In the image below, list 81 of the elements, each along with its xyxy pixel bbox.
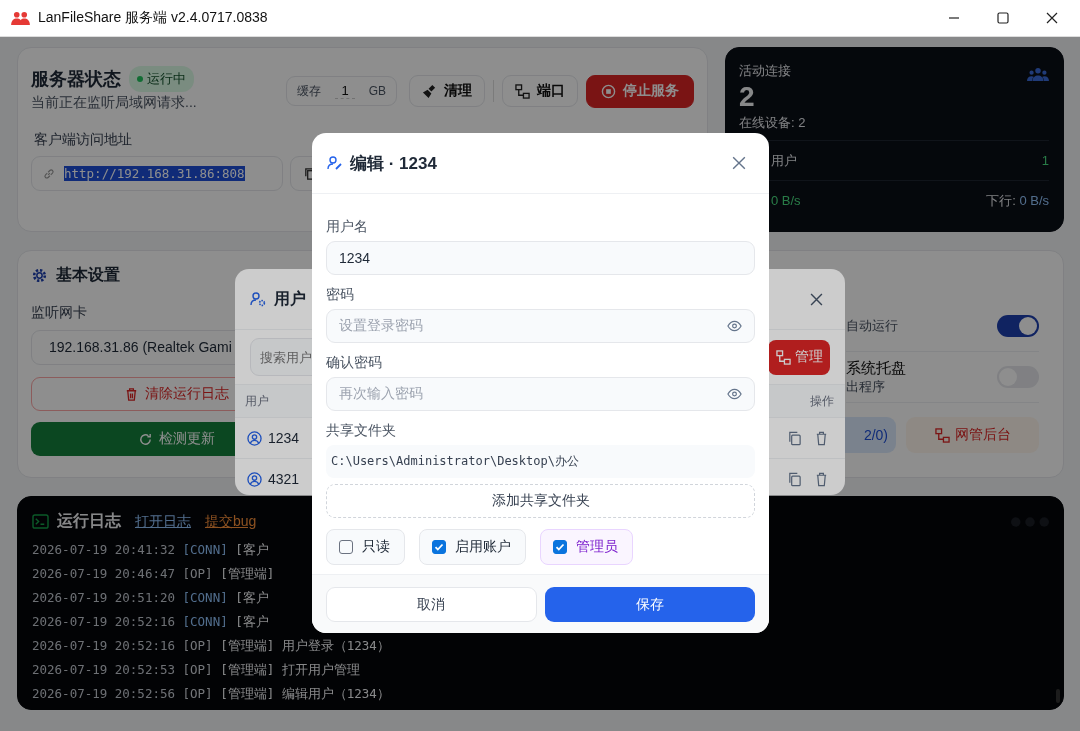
log-line: 2026-07-19 20:41:32 [CONN] [客户	[32, 541, 269, 559]
user-icon	[247, 471, 262, 487]
log-link[interactable]: 提交bug	[205, 512, 257, 531]
option-button[interactable]: 网管后台	[906, 417, 1039, 453]
terminal-icon	[32, 514, 49, 529]
address-field[interactable]: http://192.168.31.86:808	[31, 156, 283, 191]
option-description: 出程序	[846, 377, 886, 396]
cache-field[interactable]: 缓存 1 GB	[286, 76, 397, 106]
download-speed: 0 B/s	[1019, 192, 1049, 208]
field-label: 共享文件夹	[326, 421, 397, 439]
trash-icon[interactable]	[814, 471, 829, 487]
close-icon[interactable]	[1046, 12, 1058, 24]
user-edit-icon	[327, 155, 343, 171]
close-icon[interactable]	[810, 292, 823, 306]
option-title: 系统托盘	[846, 358, 906, 378]
log-line: 2026-07-19 20:52:56 [OP] [管理端] 编辑用户（1234）	[32, 685, 390, 703]
eye-icon[interactable]	[727, 388, 742, 400]
add-folder-button[interactable]: 添加共享文件夹	[326, 484, 755, 518]
toggle-switch[interactable]	[997, 315, 1039, 337]
checkbox-option[interactable]: 启用账户	[419, 529, 526, 565]
copy-icon[interactable]	[787, 430, 802, 446]
app-logo-icon	[11, 10, 30, 26]
field-label: 监听网卡	[31, 304, 88, 322]
option-description: 自动运行	[846, 317, 898, 335]
log-link[interactable]: 打开日志	[135, 512, 191, 531]
window-title: LanFileShare 服务端 v2.4.0717.0838	[38, 9, 268, 27]
log-line: 2026-07-19 20:52:53 [OP] [管理端] 打开用户管理	[32, 661, 360, 679]
network-icon	[775, 349, 791, 365]
upload-speed: 0 B/s	[771, 193, 801, 208]
checkmark-icon	[433, 541, 445, 553]
maximize-icon[interactable]	[997, 12, 1009, 24]
network-icon	[934, 427, 950, 443]
card-title: 运行日志	[57, 511, 121, 531]
checkbox[interactable]	[339, 540, 353, 554]
stop-icon	[601, 83, 616, 99]
card-title: 基本设置	[56, 265, 120, 285]
checkbox[interactable]	[432, 540, 446, 554]
log-line: 2026-07-19 20:52:16 [OP] [管理端] 用户登录（1234）	[32, 637, 390, 655]
field-label: 客户端访问地址	[33, 131, 133, 149]
user-name: 1234	[268, 430, 300, 446]
save-button[interactable]: 保存	[544, 587, 755, 622]
username-field[interactable]: 1234	[326, 241, 755, 275]
folder-path: C:\Users\Administrator\Desktop\办公	[326, 445, 755, 478]
toolbar-button[interactable]: 停止服务	[586, 74, 694, 108]
toolbar-button[interactable]: 清理	[409, 75, 485, 107]
toolbar-button[interactable]: 端口	[502, 75, 578, 107]
refresh-icon	[137, 431, 153, 447]
cancel-button[interactable]: 取消	[326, 587, 537, 622]
eye-icon[interactable]	[727, 320, 742, 332]
user-name: 4321	[268, 471, 300, 487]
copy-icon[interactable]	[787, 471, 802, 487]
manage-button[interactable]: 管理	[768, 339, 830, 375]
field-label: 用户名	[326, 217, 369, 235]
card-title: 活动连接	[739, 62, 792, 80]
user-icon	[247, 430, 262, 446]
checkmark-icon	[554, 541, 566, 553]
stat-label: 下行:	[986, 192, 1016, 208]
field-label: 密码	[326, 285, 355, 303]
dialog-title: 用户	[274, 288, 306, 309]
column-header: 操作	[810, 392, 834, 410]
brush-icon	[422, 83, 437, 99]
checkbox[interactable]	[553, 540, 567, 554]
column-header: 用户	[245, 392, 269, 410]
device-count: 在线设备: 2	[739, 114, 806, 132]
network-icon	[515, 83, 530, 99]
status-badge: 运行中	[129, 66, 194, 92]
log-line: 2026-07-19 20:52:16 [CONN] [客户	[32, 613, 269, 631]
user-settings-icon	[250, 291, 266, 307]
status-subtitle: 当前正在监听局域网请求...	[31, 94, 197, 112]
users-icon	[1027, 67, 1049, 82]
log-line: 2026-07-19 20:51:20 [CONN] [客户	[32, 589, 269, 607]
dialog-title: 编辑 · 1234	[350, 152, 437, 175]
link-icon	[42, 166, 56, 181]
connection-count: 2	[739, 80, 756, 114]
stat-label: 用户	[771, 151, 797, 170]
gear-icon	[31, 267, 48, 284]
trash-icon[interactable]	[814, 430, 829, 446]
card-title: 服务器状态	[31, 68, 121, 91]
log-line: 2026-07-19 20:46:47 [OP] [管理端]	[32, 565, 275, 583]
stat-value: 1	[1041, 153, 1049, 168]
checkbox-option[interactable]: 只读	[326, 529, 405, 565]
